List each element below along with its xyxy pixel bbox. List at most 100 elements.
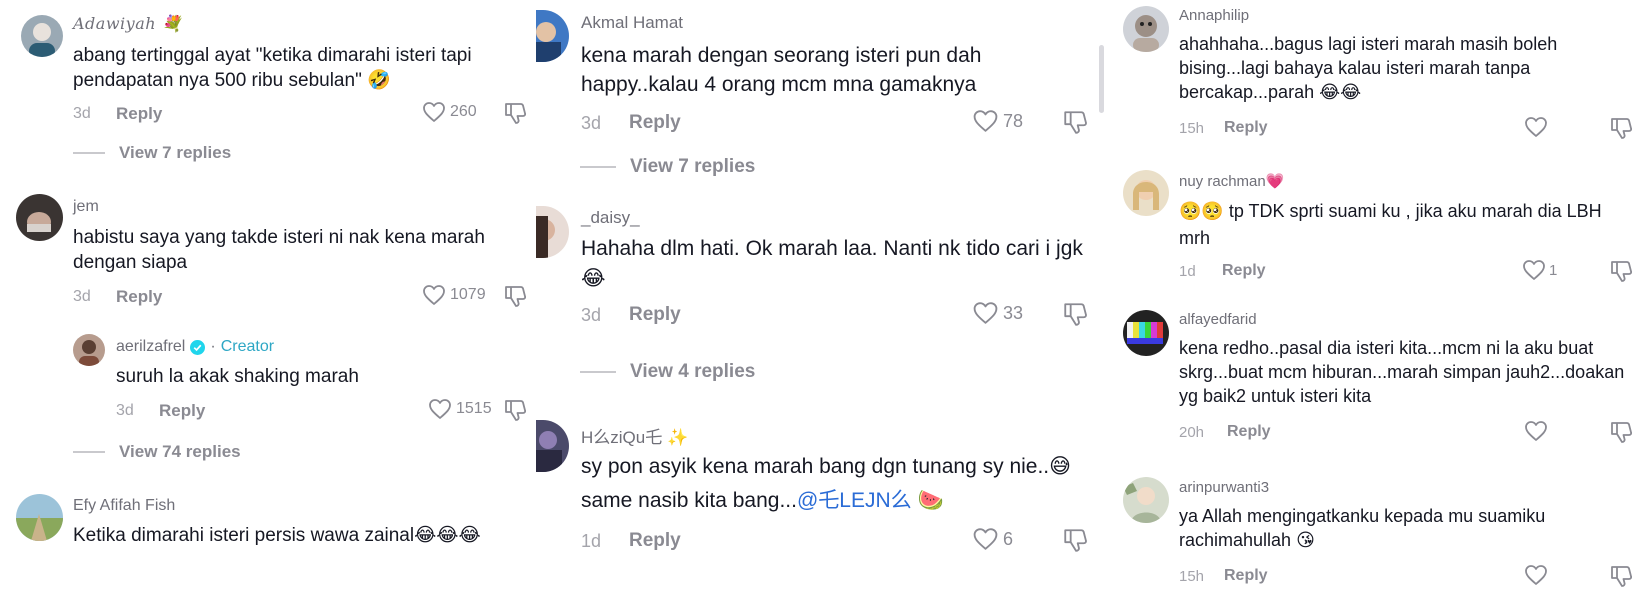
thumbs-down-icon (1611, 566, 1633, 587)
thumbs-down-icon (1064, 111, 1087, 134)
heart-outline-icon (1523, 260, 1545, 280)
like-count: 6 (1003, 528, 1014, 549)
avatar[interactable] (536, 206, 569, 258)
avatar[interactable] (73, 334, 105, 366)
comment-timestamp: 1d (1179, 263, 1196, 280)
divider (73, 451, 105, 453)
reply-button[interactable]: Reply (1224, 567, 1268, 585)
like-button[interactable]: 78 (972, 109, 1023, 133)
reply-button[interactable]: Reply (1227, 423, 1271, 441)
view-replies-button[interactable]: View 4 replies (580, 361, 755, 383)
heart-outline-icon (423, 102, 445, 122)
thumbs-down-icon (1064, 529, 1087, 552)
separator-dot: · (210, 338, 216, 355)
heart-outline-icon (423, 285, 445, 305)
thumbs-down-icon (1611, 118, 1633, 139)
comment-timestamp: 3d (581, 113, 602, 133)
dislike-button[interactable] (504, 398, 527, 427)
comment-text: abang tertinggal ayat "ketika dimarahi i… (73, 45, 472, 92)
heart-outline-icon (973, 110, 998, 132)
comment-username[interactable]: Akmal Hamat (581, 13, 683, 33)
comment-username[interactable]: H么ziQu乇 ✨ (581, 423, 688, 448)
comment-timestamp: 3d (581, 305, 602, 325)
comment-timestamp: 3d (73, 105, 91, 122)
like-button[interactable]: 1 (1522, 259, 1557, 281)
comment-text: ahahhaha...bagus lagi isteri marah masih… (1179, 34, 1558, 104)
avatar[interactable] (16, 194, 63, 241)
comment-username[interactable]: Efy Afifah Fish (73, 497, 175, 515)
comment-username[interactable]: Adawiyah 💐 (73, 14, 182, 33)
avatar[interactable] (1123, 170, 1169, 216)
comment-username[interactable]: nuy rachman💗 (1179, 172, 1284, 190)
scrollbar[interactable] (1099, 45, 1104, 113)
reply-button[interactable]: Reply (629, 530, 681, 552)
like-button[interactable] (1524, 420, 1548, 442)
like-button[interactable]: 1079 (422, 284, 486, 306)
comment-timestamp: 3d (73, 288, 91, 305)
dislike-button[interactable] (1610, 116, 1633, 145)
like-count: 1 (1549, 261, 1558, 279)
comment-text: kena marah dengan seorang isteri pun dah… (581, 44, 982, 96)
comment-username[interactable]: alfayedfarid (1179, 311, 1257, 328)
like-button[interactable] (1524, 116, 1548, 138)
dislike-button[interactable] (1063, 301, 1087, 332)
view-replies-button[interactable]: View 7 replies (580, 156, 755, 178)
dislike-button[interactable] (1063, 527, 1087, 558)
reply-button[interactable]: Reply (1224, 119, 1268, 137)
comment-text: Hahaha dlm hati. Ok marah laa. Nanti nk … (581, 237, 1083, 290)
like-button[interactable] (1524, 564, 1548, 586)
avatar[interactable] (16, 494, 63, 541)
heart-outline-icon (973, 302, 998, 324)
avatar[interactable] (536, 10, 569, 62)
comment-username[interactable]: jem (73, 198, 99, 216)
dislike-button[interactable] (1063, 109, 1087, 140)
thumbs-down-icon (505, 103, 527, 124)
reply-button[interactable]: Reply (629, 304, 681, 326)
comment-text: suruh la akak shaking marah (116, 366, 359, 387)
verified-badge-icon (190, 339, 206, 355)
avatar[interactable] (21, 15, 63, 57)
reply-button[interactable]: Reply (1222, 262, 1266, 280)
comment-column-1: Adawiyah 💐 abang tertinggal ayat "ketika… (0, 0, 535, 599)
thumbs-down-icon (1611, 422, 1633, 443)
reply-button[interactable]: Reply (116, 104, 162, 124)
avatar[interactable] (1123, 477, 1169, 523)
dislike-button[interactable] (1610, 564, 1633, 593)
heart-outline-icon (973, 528, 998, 550)
comment-timestamp: 15h (1179, 120, 1205, 137)
like-button[interactable]: 1515 (428, 398, 492, 420)
comment-text: kena redho..pasal dia isteri kita...mcm … (1179, 338, 1625, 407)
avatar[interactable] (1123, 6, 1169, 52)
divider (73, 152, 105, 154)
dislike-button[interactable] (504, 284, 527, 313)
comment-timestamp: 1d (581, 531, 602, 551)
dislike-button[interactable] (504, 101, 527, 130)
reply-button[interactable]: Reply (116, 287, 162, 307)
comment-username[interactable]: Annaphilip (1179, 7, 1249, 24)
heart-outline-icon (1525, 117, 1547, 137)
reply-button[interactable]: Reply (629, 112, 681, 134)
comment-text: ya Allah mengingatkanku kepada mu suamik… (1179, 506, 1546, 552)
like-button[interactable]: 6 (972, 527, 1013, 551)
comment-timestamp: 15h (1179, 568, 1205, 585)
mention-link[interactable]: @乇LEJN么 (797, 489, 912, 512)
reply-button[interactable]: Reply (159, 401, 205, 421)
comment-text: habistu saya yang takde isteri ni nak ke… (73, 227, 485, 274)
comment-username[interactable]: arinpurwanti3 (1179, 479, 1269, 496)
comment-username[interactable]: aerilzafrel · Creator (116, 338, 274, 356)
avatar[interactable] (1123, 310, 1169, 356)
thumbs-down-icon (1064, 303, 1087, 326)
heart-outline-icon (1525, 421, 1547, 441)
comment-username[interactable]: _daisy_ (581, 208, 640, 228)
view-replies-button[interactable]: View 74 replies (73, 442, 241, 462)
comment-text: 🥺🥺 tp TDK sprti suami ku , jika aku mara… (1179, 201, 1602, 249)
dislike-button[interactable] (1610, 259, 1633, 288)
like-button[interactable]: 260 (422, 101, 477, 123)
divider (580, 371, 616, 373)
dislike-button[interactable] (1610, 420, 1633, 449)
view-replies-button[interactable]: View 7 replies (73, 143, 231, 163)
avatar[interactable] (536, 420, 569, 472)
like-button[interactable]: 33 (972, 301, 1023, 325)
thumbs-down-icon (505, 286, 527, 307)
heart-outline-icon (429, 399, 451, 419)
